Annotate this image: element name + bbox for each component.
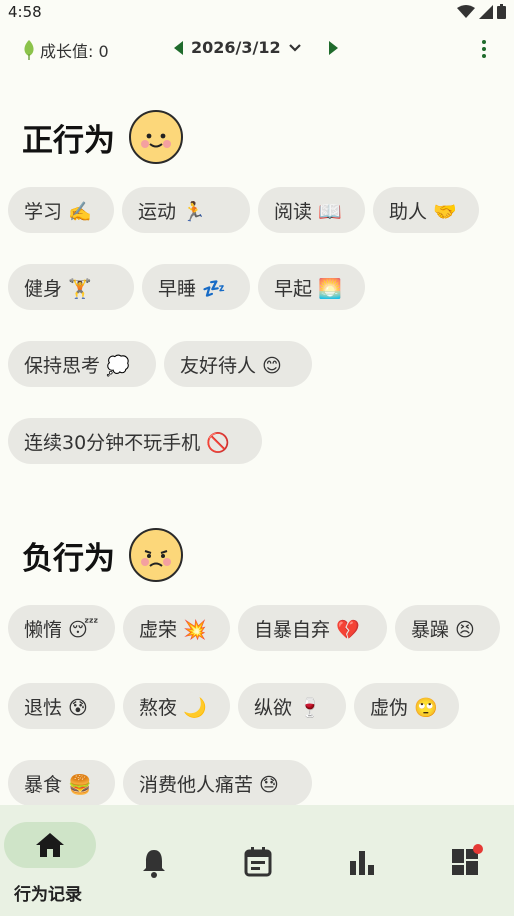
chip-be-friendly[interactable]: 友好待人 😊 bbox=[164, 341, 312, 387]
chip-fitness[interactable]: 健身 🏋️ bbox=[8, 264, 134, 310]
home-icon bbox=[36, 833, 64, 857]
happy-face-icon bbox=[129, 110, 183, 164]
chip-sleep-early[interactable]: 早睡 💤 bbox=[142, 264, 250, 310]
growth-value: 成长值: 0 bbox=[22, 38, 109, 62]
date-selector[interactable]: 2026/3/12 bbox=[191, 38, 281, 57]
more-vert-icon[interactable] bbox=[482, 40, 486, 58]
top-bar: 成长值: 0 2026/3/12 bbox=[0, 30, 514, 70]
status-icons bbox=[457, 4, 506, 19]
positive-title: 正行为 bbox=[22, 122, 115, 159]
negative-section-title: 负行为 bbox=[22, 528, 183, 582]
chip-timid[interactable]: 退怯 😰 bbox=[8, 683, 115, 729]
status-time: 4:58 bbox=[8, 3, 42, 21]
chip-self-abandon[interactable]: 自暴自弃 💔 bbox=[238, 605, 387, 651]
positive-section-title: 正行为 bbox=[22, 110, 183, 164]
chip-indulge[interactable]: 纵欲 🍷 bbox=[238, 683, 346, 729]
chip-study[interactable]: 学习 ✍️ bbox=[8, 187, 114, 233]
calendar-icon[interactable] bbox=[244, 847, 272, 877]
battery-icon bbox=[497, 4, 506, 19]
wifi-icon bbox=[457, 4, 475, 18]
chip-binge[interactable]: 暴食 🍔 bbox=[8, 760, 115, 806]
bar-chart-icon[interactable] bbox=[348, 849, 376, 877]
chip-vanity[interactable]: 虚荣 💥 bbox=[123, 605, 230, 651]
nav-item-behavior-record[interactable] bbox=[4, 822, 96, 868]
chip-irritable[interactable]: 暴躁 😣 bbox=[395, 605, 500, 651]
chip-consume-pain[interactable]: 消费他人痛苦 😓 bbox=[123, 760, 312, 806]
chip-lazy[interactable]: 懒惰 😴 bbox=[8, 605, 115, 651]
nav-label-behavior-record: 行为记录 bbox=[14, 885, 82, 905]
chip-keep-thinking[interactable]: 保持思考 💭 bbox=[8, 341, 156, 387]
dashboard-icon[interactable] bbox=[450, 843, 484, 877]
date-nav: 2026/3/12 bbox=[174, 38, 338, 57]
chevron-down-icon[interactable] bbox=[288, 43, 301, 53]
caret-left-icon[interactable] bbox=[174, 40, 183, 55]
chip-hypocrisy[interactable]: 虚伪 🙄 bbox=[354, 683, 459, 729]
caret-right-icon[interactable] bbox=[328, 40, 338, 55]
bottom-nav: 行为记录 bbox=[0, 805, 514, 916]
growth-label: 成长值: 0 bbox=[40, 42, 109, 61]
status-bar: 4:58 bbox=[0, 0, 514, 26]
chip-helping[interactable]: 助人 🤝 bbox=[373, 187, 479, 233]
chip-reading[interactable]: 阅读 📖 bbox=[258, 187, 365, 233]
sad-face-icon bbox=[129, 528, 183, 582]
signal-icon bbox=[479, 4, 493, 19]
negative-title: 负行为 bbox=[22, 540, 115, 577]
leaf-icon bbox=[24, 40, 34, 60]
chip-no-phone[interactable]: 连续30分钟不玩手机 🚫 bbox=[8, 418, 262, 464]
bell-icon[interactable] bbox=[140, 848, 168, 878]
chip-exercise[interactable]: 运动 🏃 bbox=[122, 187, 250, 233]
chip-stay-up[interactable]: 熬夜 🌙 bbox=[123, 683, 230, 729]
chip-wake-early[interactable]: 早起 🌅 bbox=[258, 264, 365, 310]
